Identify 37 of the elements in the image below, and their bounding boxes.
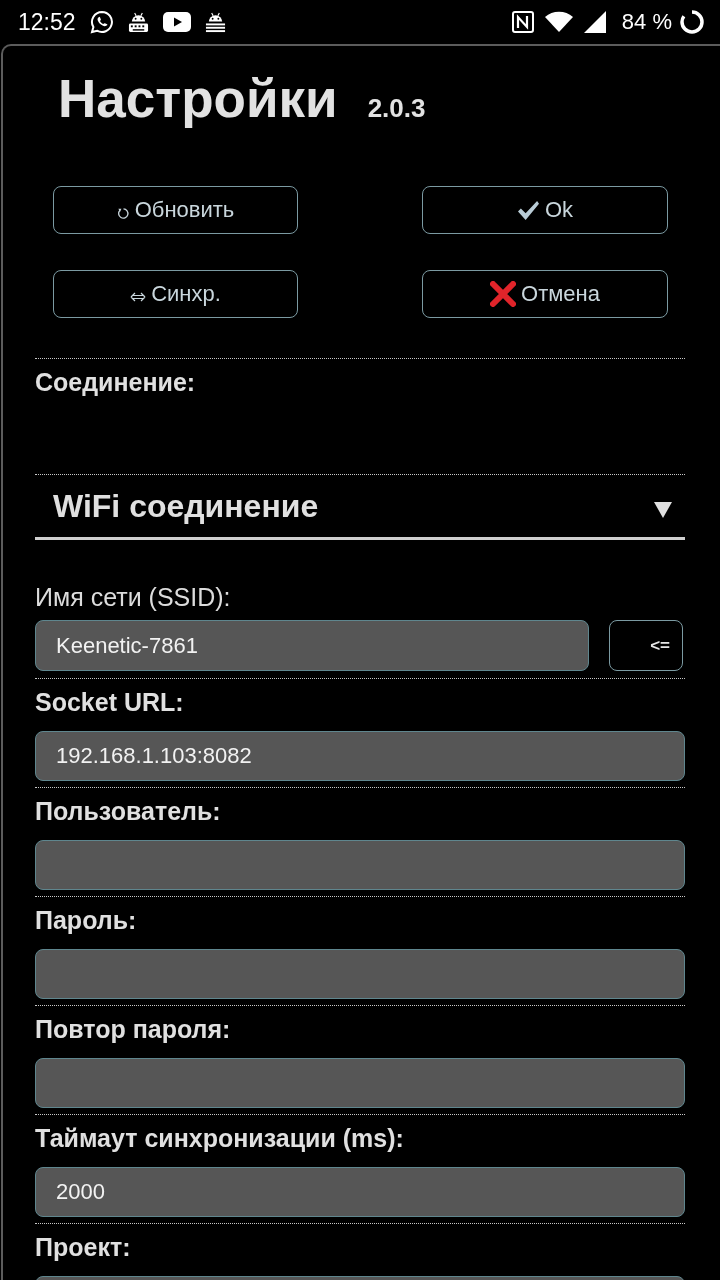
field-label: Проект:	[35, 1232, 132, 1262]
field-label: Пароль:	[35, 905, 138, 935]
chat-bubble-phone-icon	[89, 10, 114, 34]
robot-keyboard-icon	[127, 11, 149, 33]
fill-button[interactable]: <=	[609, 620, 683, 671]
version-label: 2.0.3	[367, 93, 426, 124]
refresh-icon	[116, 206, 130, 220]
double-arrow-icon	[130, 292, 147, 302]
caret-icon	[654, 502, 672, 518]
dialog-title: Настройки	[58, 68, 338, 130]
text-field[interactable]	[35, 949, 685, 999]
battery-percent: 84 %	[621, 9, 672, 35]
sync-button[interactable]: Синхр.	[53, 270, 298, 318]
text-field[interactable]: 2000	[35, 1167, 685, 1217]
wifi-icon	[543, 11, 574, 33]
field-label: Socket URL:	[35, 687, 185, 717]
clock-time: 12:52	[18, 8, 76, 36]
check-icon	[516, 199, 540, 221]
text-field[interactable]: 192.168.1.103:8082	[35, 731, 685, 781]
connection-label: Соединение:	[35, 367, 197, 397]
field-label: Имя сети (SSID):	[35, 582, 232, 612]
cancel-button[interactable]: Отмена	[422, 270, 668, 318]
field-label: Таймаут синхронизации (ms):	[35, 1123, 405, 1153]
connection-dropdown[interactable]: WiFi соединение	[35, 475, 685, 540]
refresh-button[interactable]: Обновить	[53, 186, 298, 234]
text-field[interactable]	[35, 840, 685, 890]
signal-icon	[583, 11, 606, 33]
text-field[interactable]	[35, 1058, 685, 1108]
cross-icon	[490, 281, 517, 307]
ok-button[interactable]: Ok	[422, 186, 668, 234]
nfc-icon	[511, 11, 534, 33]
battery-ring-icon	[680, 10, 704, 34]
robot-lines-icon	[204, 11, 226, 33]
play-button-icon	[162, 12, 191, 32]
field-label: Пользователь:	[35, 796, 222, 826]
text-field[interactable]: Keenetic-7861	[35, 620, 589, 671]
field-label: Повтор пароля:	[35, 1014, 232, 1044]
